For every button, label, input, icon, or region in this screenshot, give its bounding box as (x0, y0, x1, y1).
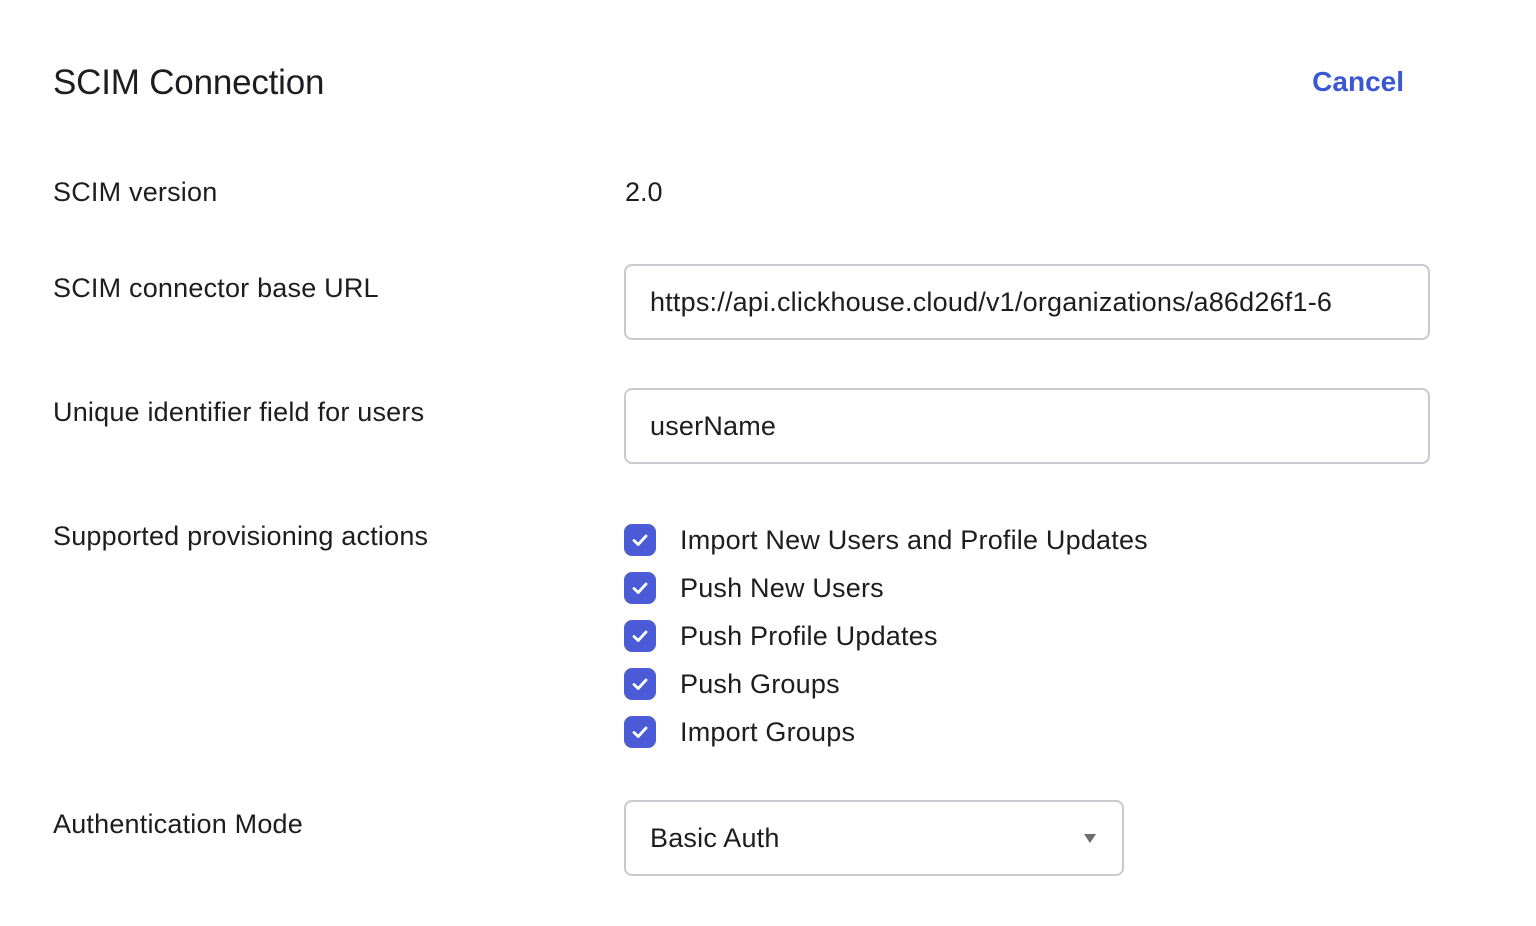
unique-identifier-label: Unique identifier field for users (53, 397, 425, 427)
provisioning-actions-list: Import New Users and Profile Updates Pus… (624, 516, 1148, 756)
scim-version-value: 2.0 (625, 177, 663, 207)
base-url-label: SCIM connector base URL (53, 273, 379, 303)
checkbox-push-profile-updates[interactable]: Push Profile Updates (624, 612, 1148, 660)
checkbox-import-new-users[interactable]: Import New Users and Profile Updates (624, 516, 1148, 564)
base-url-input[interactable] (624, 264, 1430, 340)
checkmark-icon[interactable] (624, 716, 656, 748)
checkbox-push-new-users[interactable]: Push New Users (624, 564, 1148, 612)
checkbox-label: Import Groups (680, 717, 856, 747)
checkbox-label: Push Profile Updates (680, 621, 938, 651)
checkbox-import-groups[interactable]: Import Groups (624, 708, 1148, 756)
unique-identifier-input[interactable] (624, 388, 1430, 464)
page-title: SCIM Connection (53, 63, 325, 102)
provisioning-actions-label: Supported provisioning actions (53, 521, 429, 551)
checkbox-label: Push New Users (680, 573, 884, 603)
authentication-mode-select[interactable]: Basic Auth (624, 800, 1124, 876)
checkmark-icon[interactable] (624, 620, 656, 652)
checkmark-icon[interactable] (624, 524, 656, 556)
checkbox-push-groups[interactable]: Push Groups (624, 660, 1148, 708)
checkbox-label: Push Groups (680, 669, 840, 699)
checkmark-icon[interactable] (624, 572, 656, 604)
scim-version-label: SCIM version (53, 177, 218, 207)
cancel-button[interactable]: Cancel (1312, 62, 1404, 102)
authentication-mode-value: Basic Auth (650, 822, 780, 853)
authentication-mode-label: Authentication Mode (53, 809, 303, 839)
caret-down-icon (1084, 833, 1096, 843)
checkmark-icon[interactable] (624, 668, 656, 700)
checkbox-label: Import New Users and Profile Updates (680, 525, 1148, 555)
